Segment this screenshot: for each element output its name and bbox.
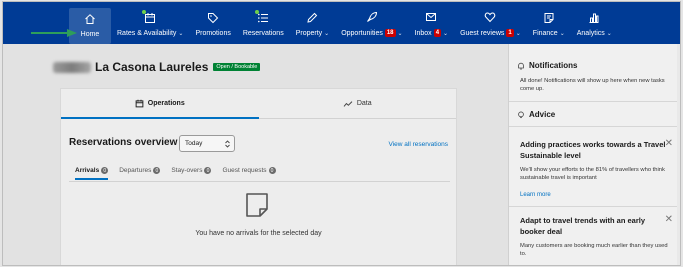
scrollbar[interactable] [677,44,680,265]
count-badge: 4 [433,29,442,37]
nav-item-label: Property [295,30,323,37]
lightbulb-icon [518,111,524,118]
subtab-label: Arrivals [75,167,100,174]
tag-icon [207,12,219,24]
tab-label: Operations [147,100,185,107]
bell-icon [518,62,524,69]
subtab-arrivals[interactable]: Arrivals 0 [75,167,109,180]
close-icon[interactable]: ✕ [665,215,673,225]
period-select-value: Today [185,140,203,147]
notifications-message: All done! Notifications will show up her… [520,78,665,92]
nav-item-rates-availability[interactable]: Rates & Availability ⌄ [111,2,189,44]
calendar-icon [142,10,156,24]
advice-heading: Advice [517,110,555,119]
pencil-icon [306,12,318,24]
trend-icon [343,100,353,107]
nav-item-guest-reviews[interactable]: Guest reviews 1 ⌄ [454,2,527,44]
nav-item-opportunities[interactable]: Opportunities 18 ⌄ [335,2,408,44]
subtab-guest-requests[interactable]: Guest requests 0 [222,167,276,180]
chevron-down-icon: ⌄ [515,30,521,37]
reservations-overview-title: Reservations overview [69,137,178,148]
right-sidebar: Notifications All done! Notifications wi… [508,44,680,265]
period-select[interactable]: Today [179,135,235,152]
divider [509,206,680,207]
chevron-down-icon: ⌄ [443,30,449,37]
redacted-logo [53,61,91,73]
count-badge: 0 [268,167,276,174]
advice-item-text: We'll show your efforts to the 81% of tr… [520,167,665,181]
notifications-heading: Notifications [517,61,577,70]
subtab-label: Stay-overs [171,167,203,174]
mail-icon [425,11,437,23]
heart-icon [484,11,496,23]
nav-item-label: Finance [532,30,558,37]
divider [509,126,680,127]
count-badge: 18 [384,29,396,37]
status-badge: Open / Bookable [213,63,261,71]
reservation-subtabs: Arrivals 0 Departures 0 Stay-overs 0 Gue… [75,167,276,180]
learn-more-link[interactable]: Learn more [520,192,551,198]
advice-item-title: Adapt to travel trends with an early boo… [520,216,646,236]
divider [509,101,680,102]
chevron-down-icon: ⌄ [324,31,330,37]
nav-item-label: Opportunities [341,29,383,37]
subtab-departures[interactable]: Departures 0 [119,167,161,180]
nav-item-reservations[interactable]: Reservations [237,2,290,44]
nav-item-home[interactable]: Home [69,8,111,44]
chevron-down-icon: ⌄ [606,31,612,37]
subtab-label: Guest requests [222,167,267,174]
list-icon [255,10,269,24]
top-nav: Home Rates & Availability ⌄ Promotions Re… [3,2,680,44]
nav-item-finance[interactable]: Finance ⌄ [527,2,571,44]
tab-operations[interactable]: Operations [61,89,259,119]
tab-data[interactable]: Data [259,89,457,118]
empty-state-message: You have no arrivals for the selected da… [195,230,322,237]
rocket-icon [366,11,378,23]
main-content: La Casona Laureles Open / Bookable Opera… [3,44,508,265]
chevron-down-icon: ⌄ [397,30,403,37]
card-tabs: Operations Data [61,89,456,119]
count-badge: 1 [506,29,514,37]
page-title: La Casona Laureles [95,60,209,74]
nav-item-property[interactable]: Property ⌄ [290,2,336,44]
close-icon[interactable]: ✕ [665,139,673,149]
count-badge: 0 [101,167,109,174]
count-badge: 0 [204,167,212,174]
nav-item-inbox[interactable]: Inbox 4 ⌄ [409,2,455,44]
app-window: Home Rates & Availability ⌄ Promotions Re… [2,1,681,266]
property-header: La Casona Laureles Open / Bookable [53,60,261,74]
home-icon [84,13,96,25]
nav-item-label: Reservations [242,30,284,37]
view-all-reservations-link[interactable]: View all reservations [389,141,449,148]
chevron-down-icon: ⌄ [178,31,184,37]
advice-item-text: Many customers are booking much earlier … [520,243,668,257]
nav-item-analytics[interactable]: Analytics ⌄ [571,2,618,44]
advice-title: Advice [529,110,556,119]
tab-label: Data [356,100,372,107]
notifications-title: Notifications [529,61,578,70]
nav-item-label: Guest reviews [460,29,505,37]
calendar-icon [135,99,144,108]
empty-note-icon [246,193,268,217]
pointer-arrow-icon [31,29,77,37]
document-icon [543,12,555,24]
chevron-down-icon: ⌄ [559,31,565,37]
nav-item-label: Analytics [576,30,605,37]
advice-item-title: Adding practices works towards a Travel … [520,140,666,160]
updown-chevron-icon [225,139,230,148]
count-badge: 0 [153,167,161,174]
nav-item-label: Promotions [195,30,231,37]
nav-item-label: Rates & Availability [117,30,177,37]
bar-chart-icon [588,12,600,24]
nav-item-label: Home [80,31,100,38]
nav-item-label: Inbox [414,29,432,37]
divider [69,181,450,182]
subtab-label: Departures [119,167,152,174]
nav-item-promotions[interactable]: Promotions [189,2,236,44]
reservations-card: Operations Data Reservations overview To… [60,88,457,265]
subtab-stay-overs[interactable]: Stay-overs 0 [171,167,212,180]
